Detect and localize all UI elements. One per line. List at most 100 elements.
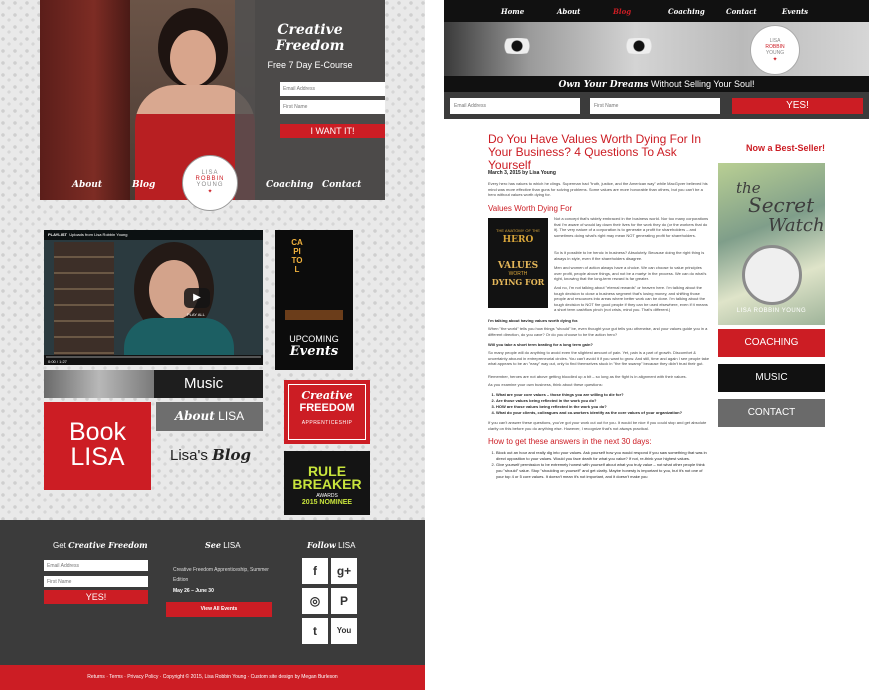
footer-legal-bar[interactable]: Returns · Terms · Privacy Policy · Copyr… xyxy=(0,665,425,690)
about-lisa-tile[interactable]: About LISA xyxy=(156,402,263,431)
questions-list: What are your core values – those things… xyxy=(496,392,710,416)
optin-panel: Creative Freedom Free 7 Day E-Course I W… xyxy=(235,0,385,200)
rnav-coaching[interactable]: Coaching xyxy=(668,7,705,16)
about-rest: LISA xyxy=(218,409,245,423)
nav-blog[interactable]: Blog xyxy=(132,180,155,190)
blog-page: Home About Blog Coaching Contact Events … xyxy=(444,0,869,690)
article-title[interactable]: Do You Have Values Worth Dying For In Yo… xyxy=(488,133,718,172)
blog-name-input[interactable] xyxy=(590,98,720,114)
tagline-bold: Own Your Dreams xyxy=(558,80,649,90)
nav-about[interactable]: About xyxy=(72,180,102,190)
upcoming-label: UPCOMING xyxy=(289,334,339,344)
blog-email-input[interactable] xyxy=(450,98,580,114)
footer-follow-bold: Follow xyxy=(307,540,336,550)
events-tile[interactable]: CAPITOL UPCOMING Events xyxy=(275,230,353,370)
blog-plain: Lisa's xyxy=(170,447,208,464)
left-eye-image xyxy=(492,38,542,54)
secret-watch-book-cover[interactable]: the Secret Watch LISA ROBBIN YOUNG xyxy=(718,163,825,325)
youtube-icon[interactable]: You xyxy=(331,618,357,644)
book-thumb-line3: VALUES xyxy=(497,261,539,271)
blog-header-image xyxy=(444,22,869,76)
article-paragraph-7: Remember, heroes are not above getting b… xyxy=(488,374,687,379)
article-paragraph-6: So many people will do anything to avoid… xyxy=(488,350,710,366)
optin-name-input[interactable] xyxy=(280,100,385,114)
events-label: Events xyxy=(289,344,339,359)
google-plus-icon[interactable]: g+ xyxy=(331,558,357,584)
optin-title-line1: Creative xyxy=(277,22,343,38)
twitter-icon[interactable]: t xyxy=(302,618,328,644)
book-thumb-line2: HERO xyxy=(502,235,534,245)
video-controls[interactable]: 0:00 / 1:27 xyxy=(44,355,263,365)
facebook-icon[interactable]: f xyxy=(302,558,328,584)
footer-name-input[interactable] xyxy=(44,576,148,587)
tagline-bar: Own Your Dreams Without Selling Your Sou… xyxy=(444,76,869,92)
rlogo-laurel-icon: ✦ xyxy=(772,57,778,63)
instagram-icon[interactable]: ◎ xyxy=(302,588,328,614)
article-paragraph-9: If you can't answer these questions, you… xyxy=(488,420,707,431)
heading-values: Values Worth Dying For xyxy=(488,204,573,213)
article-paragraph-4: And no, I'm not talking about "eternal r… xyxy=(554,285,708,312)
rnav-contact[interactable]: Contact xyxy=(726,7,757,16)
blog-yes-button[interactable]: YES! xyxy=(732,98,863,114)
music-tile[interactable]: Music xyxy=(44,370,263,398)
sidebar-contact-button[interactable]: CONTACT xyxy=(718,399,825,427)
creative-freedom-apprenticeship-tile[interactable]: Creative FREEDOM APPRENTICESHIP xyxy=(284,380,370,444)
cfa-line2: FREEDOM xyxy=(299,402,355,414)
footer-see-heading: See LISA xyxy=(205,540,241,550)
pocket-watch-icon xyxy=(742,245,802,305)
optin-submit-button[interactable]: I WANT IT! xyxy=(280,124,385,138)
footer-follow-heading: Follow LISA xyxy=(307,540,355,550)
book-thumb-line5: DYING FOR xyxy=(491,277,545,287)
pinterest-icon[interactable]: P xyxy=(331,588,357,614)
play-icon[interactable]: ▶ xyxy=(184,288,210,308)
blog-optin-bar: YES! xyxy=(444,92,869,119)
right-eye-image xyxy=(614,38,664,54)
footer-email-input[interactable] xyxy=(44,560,148,571)
rnav-home[interactable]: Home xyxy=(501,7,524,16)
book-lisa-tile[interactable]: Book LISA xyxy=(44,402,151,490)
book-line1: Book xyxy=(69,418,126,446)
book-line2: LISA xyxy=(70,443,125,471)
nav-contact[interactable]: Contact xyxy=(322,180,361,190)
music-label: Music xyxy=(184,375,224,392)
optin-email-input[interactable] xyxy=(280,82,385,96)
book-title-watch: Watch xyxy=(768,215,825,236)
sidebar-title: Now a Best-Seller! xyxy=(745,143,826,153)
hero-person-face xyxy=(170,30,216,86)
list-item: What do your clients, colleagues and co-… xyxy=(496,410,710,416)
article-paragraph-2: So is it possible to be heroic in busine… xyxy=(554,250,705,261)
lisas-blog-tile[interactable]: Lisa's Blog xyxy=(170,446,251,464)
hero-values-book-image[interactable]: THE ANATOMY OF THE HERO VALUES WORTH DYI… xyxy=(488,218,548,308)
rule-breaker-award-badge[interactable]: RULE BREAKER AWARDS 2015 NOMINEE xyxy=(284,451,370,515)
cfa-line1: Creative xyxy=(301,389,353,402)
book-title-secret: Secret xyxy=(748,193,815,217)
sidebar-music-button[interactable]: MUSIC xyxy=(718,364,825,392)
footer-event-title[interactable]: Creative Freedom Apprenticeship, Summer … xyxy=(173,565,283,585)
video-player[interactable]: PLAYLIST Uploads from Lisa Robbin Young … xyxy=(44,230,263,365)
footer-get-bold: Creative Freedom xyxy=(68,540,148,550)
site-logo[interactable]: LISA ROBBIN YOUNG ✦ xyxy=(182,155,238,211)
article-intro: Every hero has values to which he clings… xyxy=(488,181,708,197)
view-all-events-button[interactable]: View All Events xyxy=(166,602,272,617)
optin-title: Creative Freedom xyxy=(235,22,385,54)
home-page: Creative Freedom Free 7 Day E-Course I W… xyxy=(0,0,425,690)
rb-line4: 2015 NOMINEE xyxy=(301,499,353,506)
rb-line2: BREAKER xyxy=(292,476,362,492)
blog-site-logo[interactable]: LISA ROBBIN YOUNG ✦ xyxy=(750,25,800,75)
article-meta: March 3, 2015 by Lisa Young xyxy=(488,170,556,176)
list-item: Block out an hour and really dig into yo… xyxy=(496,450,710,462)
rnav-events[interactable]: Events xyxy=(782,7,808,16)
video-title-bar: PLAYLIST Uploads from Lisa Robbin Young xyxy=(44,230,263,240)
play-all-label[interactable]: PLAY ALL xyxy=(187,312,205,317)
rnav-blog[interactable]: Blog xyxy=(613,7,631,16)
video-progress-bar[interactable] xyxy=(46,356,261,358)
laurel-icon: ✦ xyxy=(207,189,213,195)
footer-yes-button[interactable]: YES! xyxy=(44,590,148,604)
playlist-title: Uploads from Lisa Robbin Young xyxy=(69,232,128,237)
rnav-about[interactable]: About xyxy=(557,7,580,16)
music-eyes-image xyxy=(44,370,154,398)
nav-coaching[interactable]: Coaching xyxy=(266,180,313,190)
sidebar-coaching-button[interactable]: COACHING xyxy=(718,329,825,357)
book-author: LISA ROBBIN YOUNG xyxy=(736,308,807,314)
article-paragraph-5: When "the world" tells you how things "s… xyxy=(488,326,708,337)
